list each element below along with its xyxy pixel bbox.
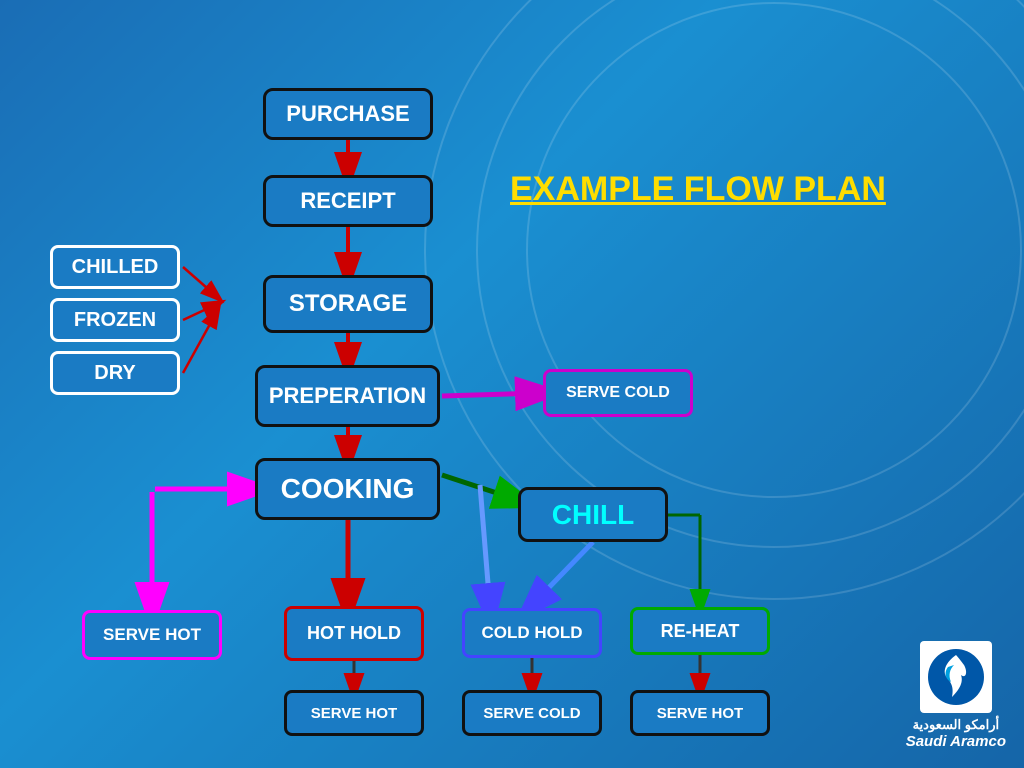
- title-text: EXAMPLE FLOW PLAN: [510, 170, 886, 208]
- serve-cold-top-box: SERVE COLD: [543, 369, 693, 417]
- logo-arabic-text: أرامكو السعودية Saudi Aramco: [906, 717, 1006, 750]
- cooking-label: COOKING: [281, 473, 415, 505]
- hot-hold-label: HOT HOLD: [307, 623, 401, 644]
- serve-hot-right-box: SERVE HOT: [630, 690, 770, 736]
- hot-hold-box: HOT HOLD: [284, 606, 424, 661]
- storage-box: STORAGE: [263, 275, 433, 333]
- storage-label: STORAGE: [289, 290, 407, 318]
- preperation-label: PREPERATION: [269, 383, 426, 409]
- chilled-box: CHILLED: [50, 245, 180, 289]
- serve-cold-bottom-label: SERVE COLD: [483, 705, 580, 722]
- chilled-label: CHILLED: [72, 256, 159, 279]
- dry-box: DRY: [50, 351, 180, 395]
- dry-label: DRY: [94, 362, 135, 385]
- arabic-text: أرامكو السعودية: [906, 717, 1006, 733]
- page-title: EXAMPLE FLOW PLAN: [510, 170, 886, 209]
- re-heat-box: RE-HEAT: [630, 607, 770, 655]
- serve-hot-left-label: SERVE HOT: [103, 625, 201, 645]
- serve-hot-bottom-label: SERVE HOT: [311, 705, 397, 722]
- cold-hold-label: COLD HOLD: [481, 623, 582, 643]
- cooking-box: COOKING: [255, 458, 440, 520]
- serve-hot-right-label: SERVE HOT: [657, 705, 743, 722]
- company-logo: أرامكو السعودية Saudi Aramco: [906, 641, 1006, 750]
- re-heat-label: RE-HEAT: [661, 621, 740, 642]
- receipt-box: RECEIPT: [263, 175, 433, 227]
- purchase-box: PURCHASE: [263, 88, 433, 140]
- chill-box: CHILL: [518, 487, 668, 542]
- logo-emblem: [920, 641, 992, 713]
- receipt-label: RECEIPT: [300, 188, 395, 214]
- preperation-box: PREPERATION: [255, 365, 440, 427]
- company-name: Saudi Aramco: [906, 733, 1006, 750]
- serve-hot-left-box: SERVE HOT: [82, 610, 222, 660]
- serve-hot-bottom-box: SERVE HOT: [284, 690, 424, 736]
- purchase-label: PURCHASE: [286, 101, 409, 127]
- frozen-box: FROZEN: [50, 298, 180, 342]
- frozen-label: FROZEN: [74, 309, 156, 332]
- serve-cold-top-label: SERVE COLD: [566, 384, 670, 402]
- serve-cold-bottom-box: SERVE COLD: [462, 690, 602, 736]
- globe-decoration: [424, 0, 1024, 600]
- aramco-logo-svg: [926, 647, 986, 707]
- cold-hold-box: COLD HOLD: [462, 608, 602, 658]
- chill-label: CHILL: [552, 499, 634, 531]
